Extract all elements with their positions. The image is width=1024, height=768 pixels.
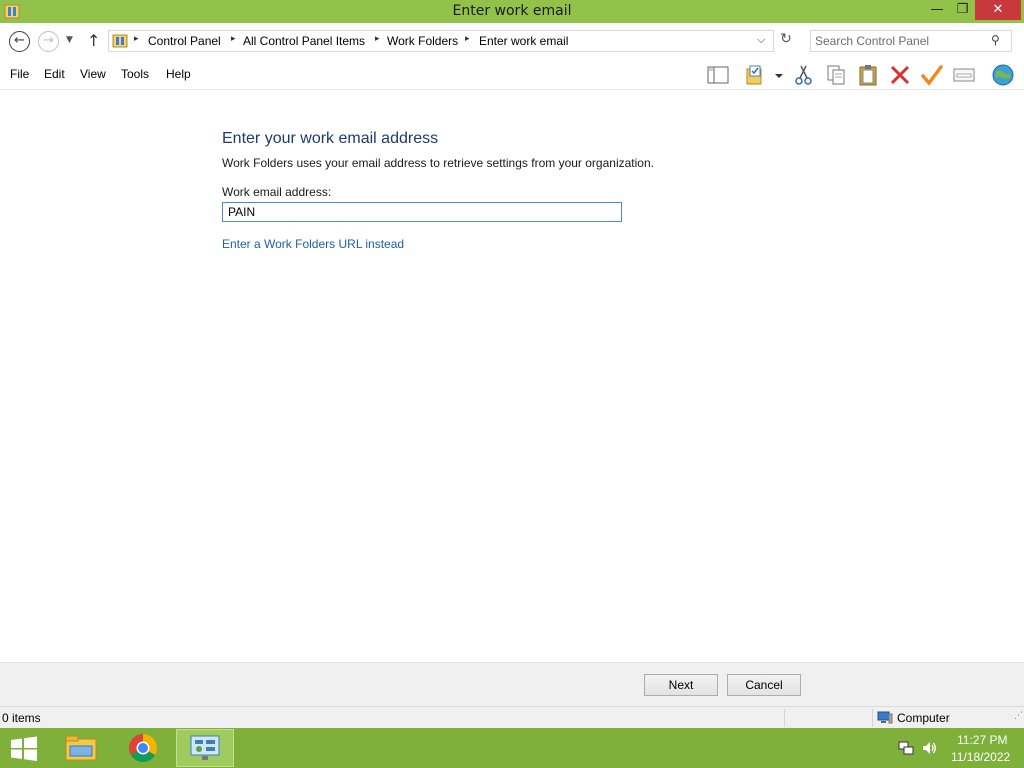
windows-start-icon[interactable] [9,736,39,761]
search-icon[interactable]: ⚲ [991,33,1000,47]
address-row: ← → ▼ ↑ ▸ Control Panel ▸ All Control Pa… [0,23,1024,59]
search-box[interactable]: ⚲ [810,30,1012,52]
control-panel-icon [190,735,220,760]
taskbar-control-panel[interactable] [176,729,234,767]
check-icon[interactable] [920,63,944,87]
menu-tools[interactable]: Tools [121,67,149,81]
status-bar: 0 items Computer ⋰ [0,706,1024,728]
menu-help[interactable]: Help [166,67,191,81]
taskbar-chrome[interactable] [114,729,172,767]
taskbar-file-explorer[interactable] [52,729,110,767]
network-icon[interactable] [898,740,914,756]
page-description: Work Folders uses your email address to … [222,156,654,170]
control-panel-icon [112,34,128,48]
dialog-footer: Next Cancel [0,662,1024,706]
menu-edit[interactable]: Edit [44,67,65,81]
computer-icon [877,711,893,724]
breadcrumb-enter-work-email[interactable]: Enter work email [479,34,568,48]
main-content: Enter your work email address Work Folde… [0,91,1024,662]
title-bar: Enter work email — ❐ ✕ [0,0,1024,23]
next-button[interactable]: Next [644,674,718,696]
location-label: Computer [897,711,950,725]
search-input[interactable] [815,33,985,49]
paste-icon[interactable] [856,63,880,87]
status-divider [784,709,785,727]
up-button[interactable]: ↑ [87,31,100,50]
volume-icon[interactable] [921,740,937,756]
breadcrumb-separator[interactable]: ▸ [465,34,470,44]
properties-icon[interactable] [952,63,976,87]
copy-icon[interactable] [824,63,848,87]
page-title: Enter your work email address [222,130,439,147]
breadcrumb-work-folders[interactable]: Work Folders [387,34,458,48]
close-button[interactable]: ✕ [975,0,1021,20]
delete-icon[interactable] [888,63,912,87]
breadcrumb-all-items[interactable]: All Control Panel Items [243,34,365,48]
file-explorer-icon [65,735,97,761]
resize-grip-icon[interactable]: ⋰ [1014,711,1023,721]
globe-icon[interactable] [991,63,1015,87]
folder-options-dropdown-icon[interactable] [772,63,786,87]
email-field[interactable] [222,202,622,222]
preview-pane-icon[interactable] [706,63,730,87]
restore-button[interactable]: ❐ [950,0,975,20]
status-divider [872,709,873,727]
menu-file[interactable]: File [10,67,29,81]
email-field-label: Work email address: [222,185,332,199]
cut-icon[interactable] [792,63,816,87]
chrome-icon [129,734,157,762]
address-bar[interactable]: ▸ Control Panel ▸ All Control Panel Item… [108,30,774,52]
breadcrumb-separator[interactable]: ▸ [134,34,139,44]
work-folders-url-link[interactable]: Enter a Work Folders URL instead [222,237,404,251]
window-title: Enter work email [452,3,572,19]
cancel-button[interactable]: Cancel [727,674,801,696]
clock-date[interactable]: 11/18/2022 [951,750,1010,764]
breadcrumb-control-panel[interactable]: Control Panel [148,34,221,48]
taskbar: 11:27 PM 11/18/2022 [0,728,1024,768]
back-button[interactable]: ← [9,31,30,52]
recent-locations-dropdown[interactable]: ▼ [66,35,73,45]
clock-time[interactable]: 11:27 PM [957,733,1007,747]
breadcrumb-separator[interactable]: ▸ [375,34,380,44]
forward-button[interactable]: → [38,31,59,52]
folder-options-icon[interactable] [744,63,768,87]
refresh-button[interactable]: ↻ [776,31,796,51]
breadcrumb-separator[interactable]: ▸ [231,34,236,44]
menu-view[interactable]: View [80,67,106,81]
menu-bar: File Edit View Tools Help [0,59,1024,90]
item-count: 0 items [2,711,41,725]
address-dropdown-icon[interactable]: ⌵ [757,33,765,47]
minimize-button[interactable]: — [924,0,950,20]
